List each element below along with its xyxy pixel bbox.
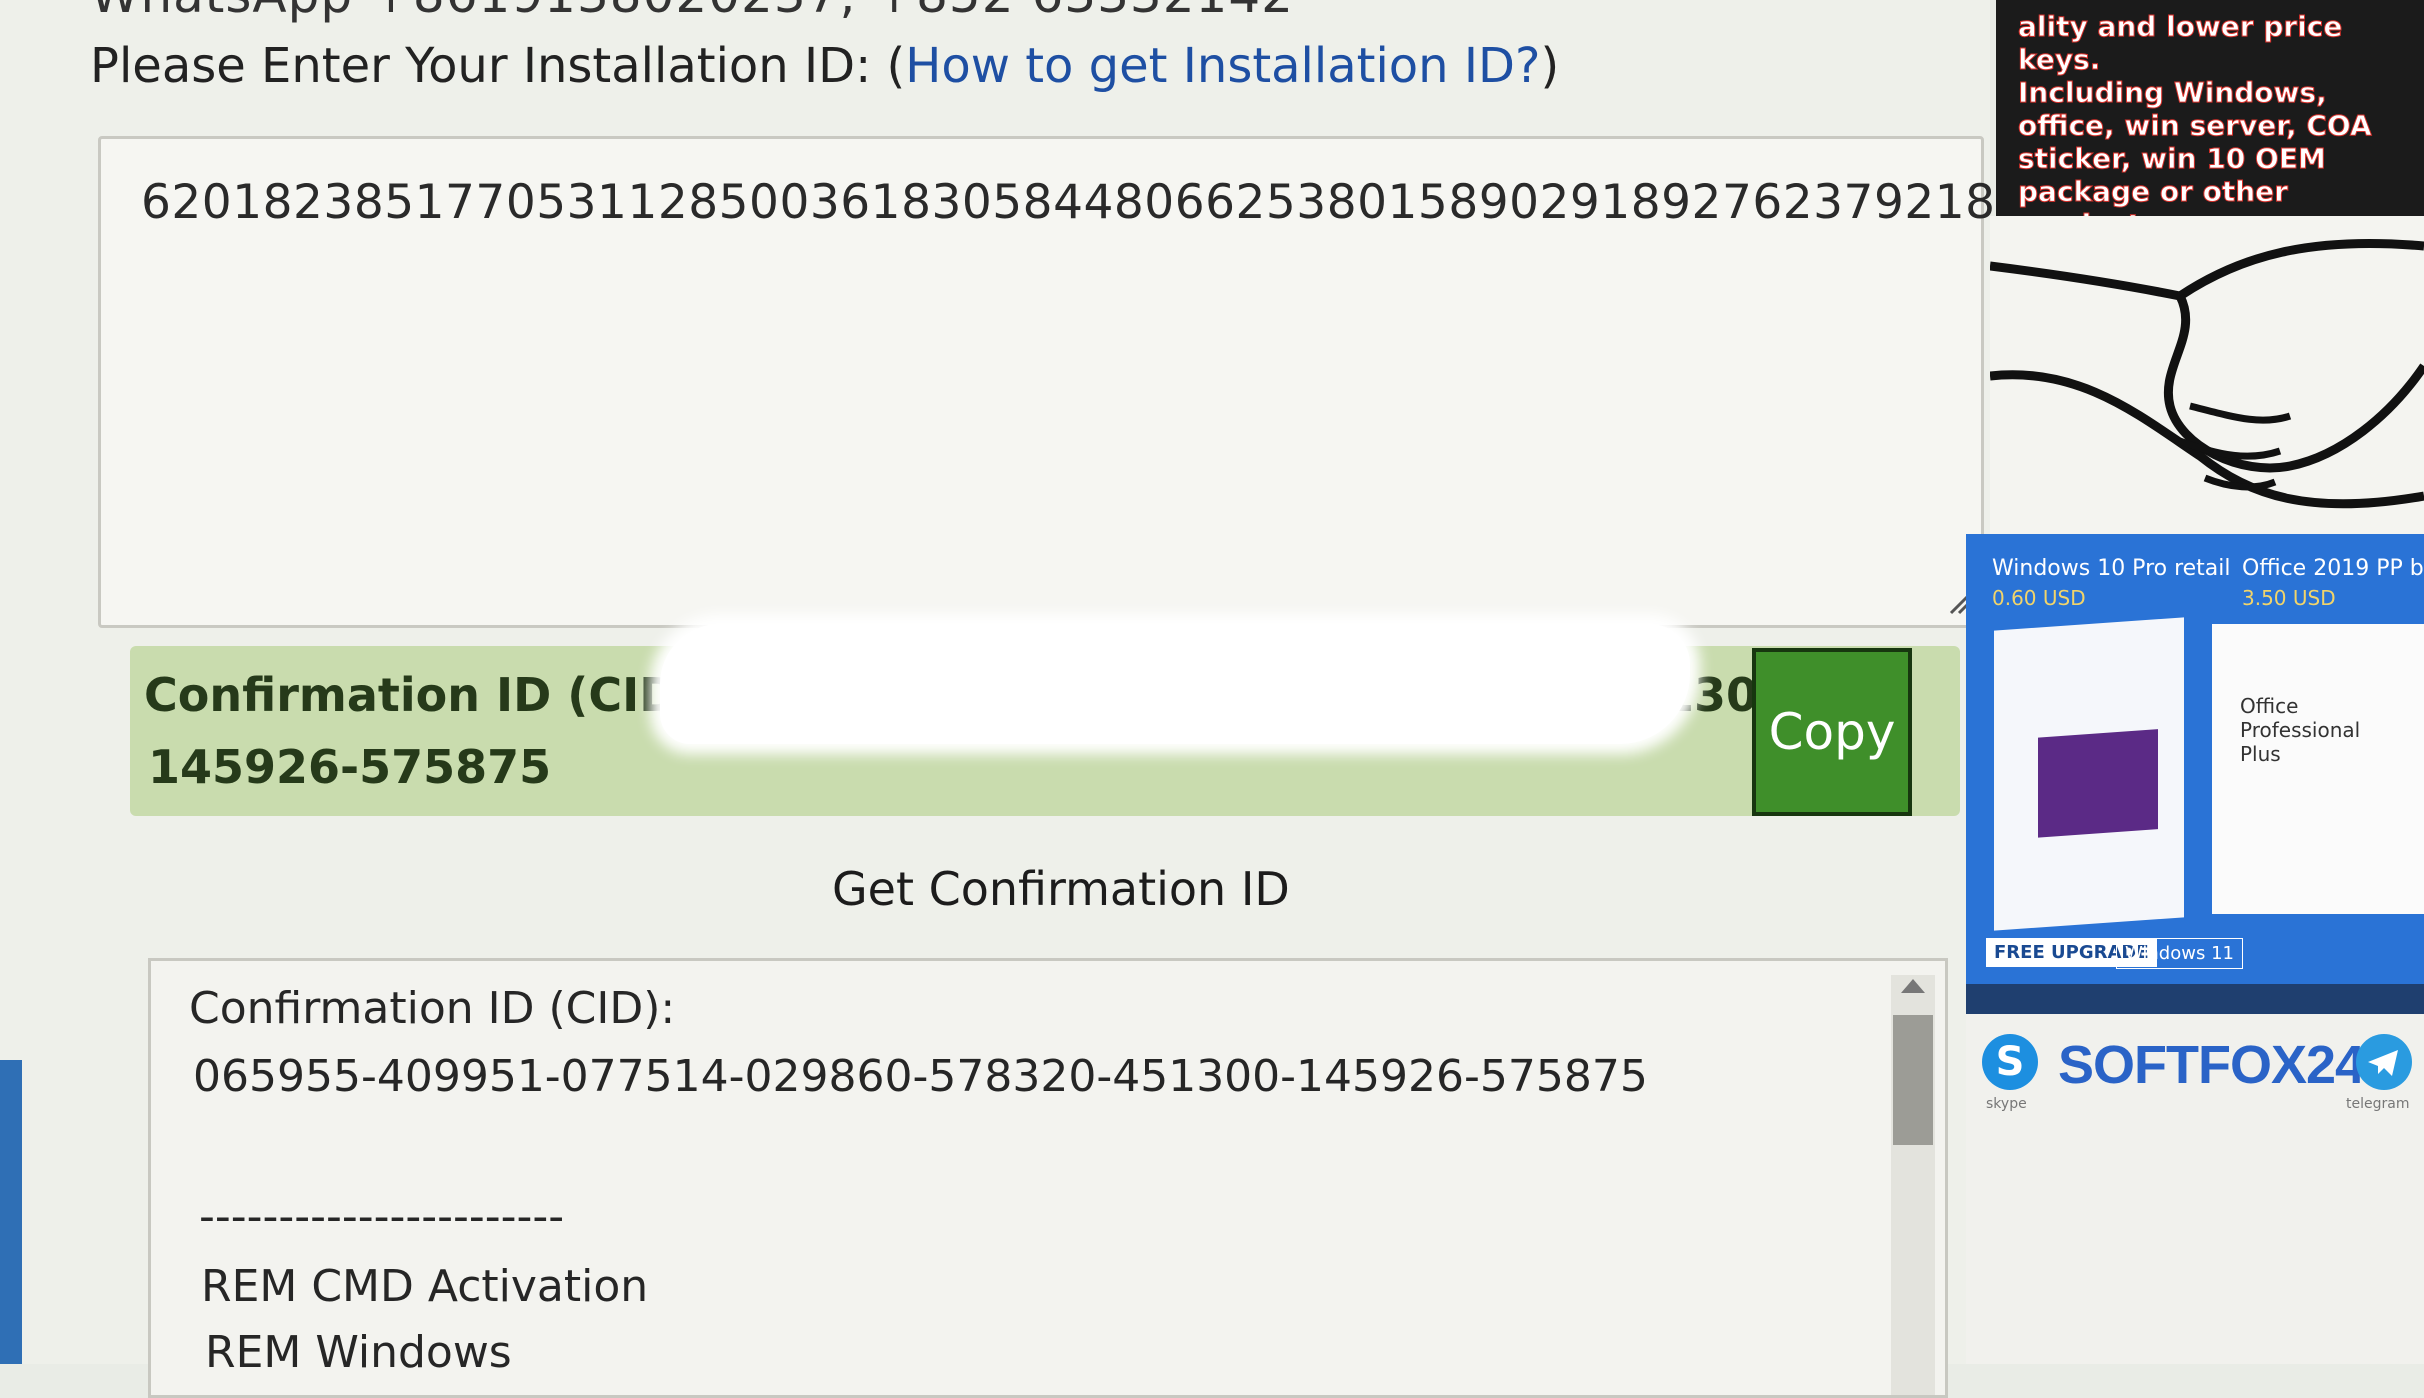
confirmation-id-bar: Confirmation ID (CID): 51300 145926-5758… xyxy=(130,624,1960,816)
ad-top-text: ality and lower price keys. Including Wi… xyxy=(2018,10,2373,242)
product2-title: Office 2019 PP bin xyxy=(2242,556,2424,581)
telegram-icon[interactable] xyxy=(2356,1034,2412,1090)
ad-products-panel[interactable]: Windows 10 Pro retail 0.60 USD Office 20… xyxy=(1966,534,2424,1014)
how-to-get-id-link[interactable]: How to get Installation ID? xyxy=(905,38,1540,94)
activation-page: WhatsApp +8619138020237, +852 63332142 P… xyxy=(0,0,2056,1398)
product1-title: Windows 10 Pro retail xyxy=(1992,556,2231,581)
output-line-2: 065955-409951-077514-029860-578320-45130… xyxy=(193,1051,1648,1102)
windows11-badge: Windows 11 xyxy=(2116,938,2243,969)
office-box-text: Office Professional Plus xyxy=(2240,694,2361,766)
output-scrollbar[interactable] xyxy=(1891,975,1935,1395)
ad-contact-panel: S skype SOFTFOX24 telegram xyxy=(1966,1014,2424,1364)
cid-second-line: 145926-575875 xyxy=(148,740,552,794)
windows-logo-icon xyxy=(2038,729,2158,838)
output-textarea[interactable]: Confirmation ID (CID): 065955-409951-077… xyxy=(148,958,1948,1398)
telegram-plane-icon xyxy=(2368,1050,2398,1076)
scroll-thumb[interactable] xyxy=(1893,1015,1933,1145)
output-separator: ----------------------- xyxy=(199,1191,565,1242)
product1-price: 0.60 USD xyxy=(1992,586,2086,610)
installation-id-value: 6201823851770531128500361830584480662538… xyxy=(141,175,2057,230)
cid-label: Confirmation ID (CID): xyxy=(144,668,717,722)
brand-logo: SOFTFOX24 xyxy=(2058,1035,2365,1095)
windows-product-box xyxy=(1994,617,2184,931)
product2-price: 3.50 USD xyxy=(2242,586,2336,610)
left-edge-strip xyxy=(0,1060,22,1364)
output-line-4: REM CMD Activation xyxy=(201,1261,649,1312)
get-confirmation-id-button[interactable]: Get Confirmation ID xyxy=(832,862,1290,916)
taskbar-strip xyxy=(1966,984,2424,1014)
output-line-1: Confirmation ID (CID): xyxy=(189,983,676,1034)
skype-caption: skype xyxy=(1986,1096,2027,1112)
contact-line: WhatsApp +8619138020237, +852 63332142 xyxy=(90,0,1294,24)
handshake-image xyxy=(1989,216,2424,534)
prompt-label: Please Enter Your Installation ID: ( xyxy=(90,38,906,94)
skype-icon[interactable]: S xyxy=(1982,1034,2038,1090)
prompt-close: ) xyxy=(1540,38,1560,94)
installation-id-prompt: Please Enter Your Installation ID: (How … xyxy=(90,38,1559,94)
scroll-up-arrow-icon[interactable] xyxy=(1901,979,1925,993)
office-product-box: Office Professional Plus xyxy=(2212,624,2424,914)
handshake-icon xyxy=(1989,238,2424,509)
output-line-5: REM Windows xyxy=(205,1327,512,1378)
telegram-caption: telegram xyxy=(2346,1096,2410,1112)
redaction-scribble xyxy=(660,624,1690,744)
ad-banner-top[interactable]: ality and lower price keys. Including Wi… xyxy=(1996,0,2424,242)
copy-button[interactable]: Copy xyxy=(1752,648,1912,816)
installation-id-textarea[interactable]: 6201823851770531128500361830584480662538… xyxy=(98,136,2056,628)
